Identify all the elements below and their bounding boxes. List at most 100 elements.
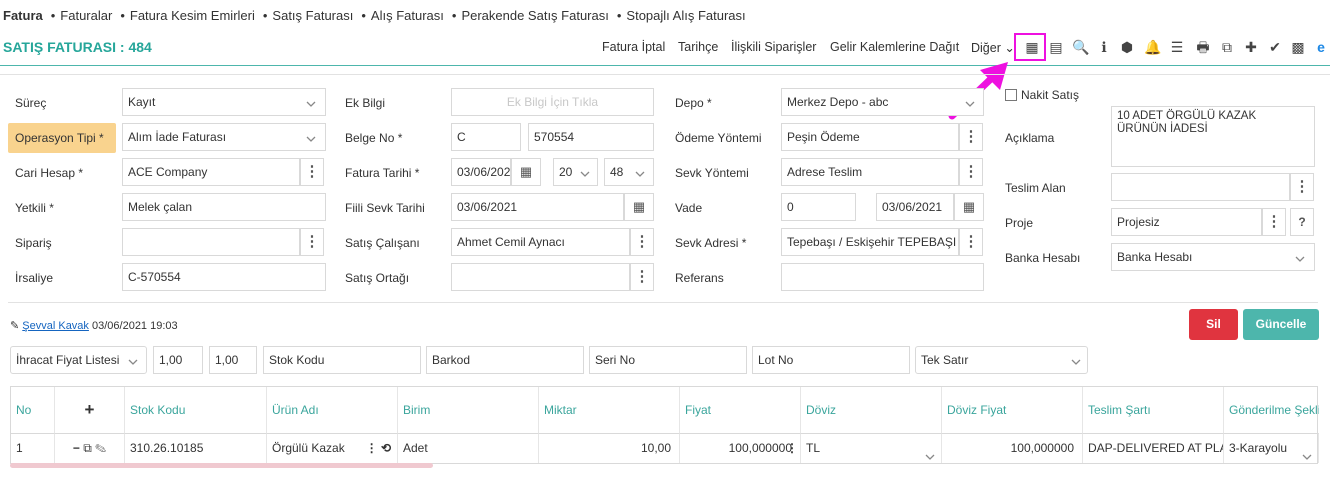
seri-no-input[interactable]: Seri No bbox=[589, 346, 747, 374]
satis-ortagi-input[interactable] bbox=[451, 263, 630, 291]
hour-select[interactable]: 20 bbox=[553, 158, 598, 186]
sevk-menu-button[interactable]: ⋮ bbox=[959, 158, 983, 186]
other-menu[interactable]: Diğer ⌄ bbox=[971, 40, 1015, 55]
referans-input[interactable] bbox=[781, 263, 984, 291]
vade-tarih-input[interactable]: 03/06/2021 bbox=[876, 193, 954, 221]
delete-button[interactable]: Sil bbox=[1189, 309, 1238, 340]
fiili-label: Fiili Sevk Tarihi bbox=[345, 201, 425, 215]
ekbilgi-input[interactable]: Ek Bilgi İçin Tıkla bbox=[451, 88, 654, 116]
table-cell[interactable]: 310.26.10185 bbox=[125, 433, 267, 463]
breadcrumb-item[interactable]: Fatura bbox=[3, 8, 43, 23]
odeme-menu-button[interactable]: ⋮ bbox=[959, 123, 983, 151]
cancel-invoice-link[interactable]: Fatura İptal bbox=[602, 40, 665, 54]
aciklama-textarea[interactable]: 10 ADET ÖRGÜLÜ KAZAK ÜRÜNÜN İADESİ bbox=[1111, 106, 1315, 167]
col-gonderilme-header: Gönderilme Şekli bbox=[1229, 403, 1319, 417]
more-icon[interactable]: ⋮ bbox=[786, 434, 798, 462]
breadcrumb-item[interactable]: Satış Faturası bbox=[272, 8, 353, 23]
pencil-icon[interactable]: ✎ bbox=[95, 441, 106, 455]
yetkili-input[interactable]: Melek çalan bbox=[122, 193, 326, 221]
rate2-input[interactable]: 1,00 bbox=[209, 346, 257, 374]
sevk-adresi-menu-button[interactable]: ⋮ bbox=[959, 228, 983, 256]
author-link[interactable]: Şevval Kavak bbox=[22, 320, 89, 332]
teslim-input[interactable] bbox=[1111, 173, 1290, 201]
surec-select[interactable]: Kayıt bbox=[122, 88, 326, 116]
more-icon[interactable]: ⋮ ⟲ bbox=[366, 434, 391, 462]
table-cell[interactable]: 1 bbox=[11, 433, 55, 463]
horizontal-scrollbar[interactable] bbox=[10, 463, 433, 468]
breadcrumb-item[interactable]: Perakende Satış Faturası bbox=[461, 8, 608, 23]
qrcode-icon[interactable]: ▩ bbox=[1290, 38, 1306, 56]
proje-input[interactable]: Projesiz bbox=[1111, 208, 1262, 236]
print-icon[interactable]: 🖶 bbox=[1195, 38, 1211, 56]
col-add-header[interactable]: + bbox=[55, 387, 125, 433]
cari-menu-button[interactable]: ⋮ bbox=[300, 158, 324, 186]
search-icon[interactable]: 🔍 bbox=[1072, 38, 1089, 56]
table-cell[interactable]: Örgülü Kazak ⋮ ⟲ bbox=[267, 433, 398, 463]
proje-menu-button[interactable]: ⋮ bbox=[1262, 208, 1286, 236]
copy-icon[interactable]: ⧉ bbox=[1219, 38, 1235, 56]
bell-icon[interactable]: 🔔 bbox=[1144, 38, 1161, 56]
history-link[interactable]: Tarihçe bbox=[678, 40, 718, 54]
siparis-label: Sipariş bbox=[15, 236, 52, 250]
nakit-checkbox[interactable] bbox=[1005, 89, 1017, 101]
odeme-input[interactable]: Peşin Ödeme bbox=[781, 123, 959, 151]
breadcrumb-item[interactable]: Stopajlı Alış Faturası bbox=[626, 8, 745, 23]
price-list-select[interactable]: İhracat Fiyat Listesi bbox=[10, 346, 147, 374]
table-cell[interactable]: Adet bbox=[398, 433, 539, 463]
fatura-tarihi-input[interactable]: 03/06/2021 bbox=[451, 158, 511, 186]
mode-select[interactable]: Tek Satır bbox=[915, 346, 1088, 374]
depo-select[interactable]: Merkez Depo - abc bbox=[781, 88, 984, 116]
table-cell[interactable]: 100,000000 ⋮ bbox=[680, 433, 801, 463]
table-cell[interactable]: DAP-DELIVERED AT PLACE bbox=[1083, 433, 1224, 463]
related-orders-link[interactable]: İlişkili Siparişler bbox=[731, 40, 816, 54]
remove-icon[interactable]: − bbox=[73, 441, 80, 455]
help-icon[interactable]: ? bbox=[1290, 208, 1314, 236]
table-cell[interactable]: 10,00 bbox=[539, 433, 680, 463]
info-icon[interactable]: ℹ bbox=[1096, 38, 1112, 56]
stok-kodu-input[interactable]: Stok Kodu bbox=[263, 346, 421, 374]
check-icon[interactable]: ✔ bbox=[1267, 38, 1283, 56]
copy-icon[interactable]: ⧉ bbox=[83, 441, 92, 455]
sevk-input[interactable]: Adrese Teslim bbox=[781, 158, 959, 186]
calendar-icon[interactable]: ▦ bbox=[954, 193, 984, 221]
breadcrumb-item[interactable]: Fatura Kesim Emirleri bbox=[130, 8, 255, 23]
row-actions[interactable]: − ⧉ ✎ bbox=[55, 433, 125, 463]
distribute-income-link[interactable]: Gelir Kalemlerine Dağıt bbox=[830, 40, 959, 54]
e-invoice-icon[interactable]: e bbox=[1313, 38, 1329, 56]
calculator-icon[interactable]: ▤ bbox=[1048, 38, 1064, 56]
calendar-icon[interactable]: ▦ bbox=[624, 193, 654, 221]
banka-select[interactable]: Banka Hesabı bbox=[1111, 243, 1315, 271]
belge-seri-input[interactable]: C bbox=[451, 123, 521, 151]
list-icon[interactable]: ☰ bbox=[1169, 38, 1185, 56]
rate1-input[interactable]: 1,00 bbox=[153, 346, 203, 374]
box-icon[interactable]: ⬢ bbox=[1119, 38, 1135, 56]
belge-no-input[interactable]: 570554 bbox=[528, 123, 654, 151]
breadcrumb-item[interactable]: Alış Faturası bbox=[371, 8, 444, 23]
operasyon-select[interactable]: Alım İade Faturası bbox=[122, 123, 326, 151]
satis-calisan-menu-button[interactable]: ⋮ bbox=[630, 228, 654, 256]
sevk-adresi-input[interactable]: Tepebaşı / Eskişehir TEPEBAŞI bbox=[781, 228, 959, 256]
vade-input[interactable]: 0 bbox=[781, 193, 856, 221]
ekbilgi-label: Ek Bilgi bbox=[345, 96, 386, 110]
minute-select[interactable]: 48 bbox=[604, 158, 654, 186]
lot-no-input[interactable]: Lot No bbox=[752, 346, 910, 374]
siparis-input[interactable] bbox=[122, 228, 300, 256]
referans-label: Referans bbox=[675, 271, 724, 285]
table-cell[interactable]: 100,000000 bbox=[942, 433, 1083, 463]
fiili-input[interactable]: 03/06/2021 bbox=[451, 193, 624, 221]
satis-ortagi-menu-button[interactable]: ⋮ bbox=[630, 263, 654, 291]
plus-icon[interactable]: ✚ bbox=[1243, 38, 1259, 56]
siparis-menu-button[interactable]: ⋮ bbox=[300, 228, 324, 256]
page-header: SATIŞ FATURASI : 484 Fatura İptal Tarihç… bbox=[0, 30, 1330, 66]
update-button[interactable]: Güncelle bbox=[1243, 309, 1319, 340]
cari-input[interactable]: ACE Company bbox=[122, 158, 300, 186]
irsaliye-input[interactable]: C-570554 bbox=[122, 263, 326, 291]
barkod-input[interactable]: Barkod bbox=[426, 346, 584, 374]
table-cell[interactable]: TL bbox=[801, 433, 942, 463]
calendar-icon[interactable]: ▦ bbox=[511, 158, 541, 186]
teslim-menu-button[interactable]: ⋮ bbox=[1290, 173, 1314, 201]
breadcrumb-item[interactable]: Faturalar bbox=[60, 8, 112, 23]
satis-calisan-input[interactable]: Ahmet Cemil Aynacı bbox=[451, 228, 630, 256]
surec-label: Süreç bbox=[15, 96, 47, 110]
table-cell[interactable]: 3-Karayolu bbox=[1224, 433, 1319, 463]
